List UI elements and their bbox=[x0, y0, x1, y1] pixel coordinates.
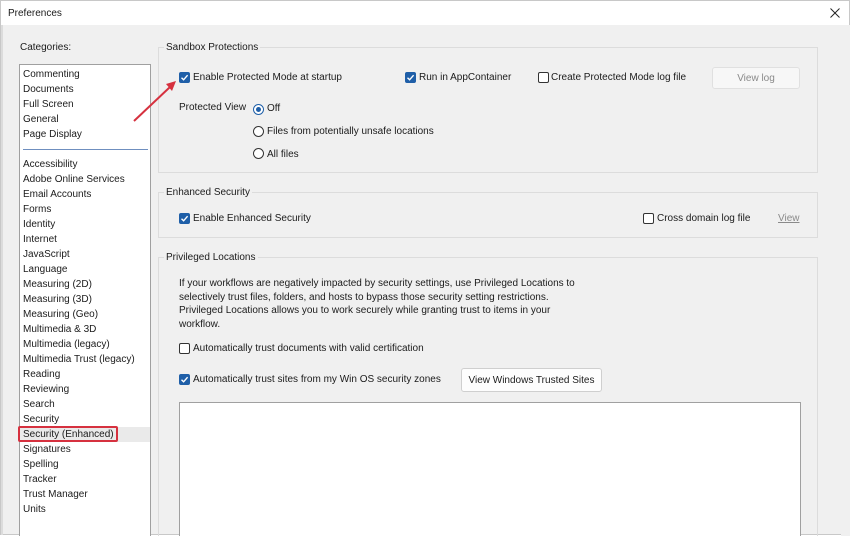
category-item[interactable]: Reviewing bbox=[20, 382, 150, 397]
window-left-edge bbox=[1, 25, 3, 535]
category-item[interactable]: Multimedia Trust (legacy) bbox=[20, 352, 150, 367]
view-log-button[interactable]: View log bbox=[712, 67, 800, 89]
category-item[interactable]: Internet bbox=[20, 232, 150, 247]
category-item[interactable]: Units bbox=[20, 502, 150, 517]
title-bar: Preferences bbox=[1, 1, 849, 25]
checkmark-icon bbox=[407, 74, 415, 81]
window-title: Preferences bbox=[8, 8, 62, 19]
category-item[interactable]: Commenting bbox=[20, 67, 150, 82]
cross-domain-label: Cross domain log file bbox=[657, 213, 751, 224]
log-file-label: Create Protected Mode log file bbox=[551, 72, 687, 83]
category-item[interactable]: Tracker bbox=[20, 472, 150, 487]
trust-certification-checkbox[interactable] bbox=[179, 343, 190, 354]
privileged-locations-list[interactable] bbox=[179, 402, 801, 536]
close-icon bbox=[830, 8, 840, 18]
protected-view-label: Protected View bbox=[179, 102, 247, 113]
category-item[interactable]: Measuring (2D) bbox=[20, 277, 150, 292]
cross-domain-checkbox[interactable] bbox=[643, 213, 654, 224]
privileged-description: If your workflows are negatively impacte… bbox=[179, 278, 575, 330]
category-item[interactable]: Measuring (3D) bbox=[20, 292, 150, 307]
pv-all-radio[interactable] bbox=[253, 148, 264, 159]
view-trusted-sites-button[interactable]: View Windows Trusted Sites bbox=[461, 368, 602, 392]
category-item[interactable]: Reading bbox=[20, 367, 150, 382]
category-item[interactable]: Measuring (Geo) bbox=[20, 307, 150, 322]
protected-mode-label: Enable Protected Mode at startup bbox=[193, 72, 342, 83]
category-item[interactable]: Multimedia (legacy) bbox=[20, 337, 150, 352]
pv-off-label: Off bbox=[267, 103, 281, 114]
categories-label: Categories: bbox=[20, 42, 72, 53]
category-item[interactable]: Trust Manager bbox=[20, 487, 150, 502]
category-item[interactable]: Full Screen bbox=[20, 97, 150, 112]
view-cross-domain-link[interactable]: View bbox=[778, 213, 800, 224]
appcontainer-label: Run in AppContainer bbox=[419, 72, 512, 83]
enhanced-security-label: Enable Enhanced Security bbox=[193, 213, 311, 224]
category-item[interactable]: Security bbox=[20, 412, 150, 427]
sandbox-protections-title: Sandbox Protections bbox=[164, 42, 261, 53]
category-item[interactable]: Adobe Online Services bbox=[20, 172, 150, 187]
privileged-locations-title: Privileged Locations bbox=[164, 252, 258, 263]
category-item[interactable]: Identity bbox=[20, 217, 150, 232]
appcontainer-checkbox[interactable] bbox=[405, 72, 416, 83]
checkmark-icon bbox=[181, 376, 189, 383]
checkmark-icon bbox=[181, 74, 189, 81]
category-item[interactable]: Multimedia & 3D bbox=[20, 322, 150, 337]
category-separator bbox=[23, 149, 148, 150]
log-file-checkbox[interactable] bbox=[538, 72, 549, 83]
enhanced-security-checkbox[interactable] bbox=[179, 213, 190, 224]
category-item[interactable]: Documents bbox=[20, 82, 150, 97]
category-item[interactable]: Spelling bbox=[20, 457, 150, 472]
pv-off-radio[interactable] bbox=[253, 104, 264, 115]
category-item[interactable]: Signatures bbox=[20, 442, 150, 457]
trust-sites-label: Automatically trust sites from my Win OS… bbox=[193, 374, 441, 385]
category-item[interactable]: General bbox=[20, 112, 150, 127]
pv-unsafe-radio[interactable] bbox=[253, 126, 264, 137]
categories-list[interactable]: Commenting Documents Full Screen General Pag… bbox=[19, 64, 151, 536]
category-item[interactable]: JavaScript bbox=[20, 247, 150, 262]
pv-all-label: All files bbox=[267, 149, 299, 160]
scrollbar-track[interactable] bbox=[841, 25, 850, 536]
close-button[interactable] bbox=[821, 1, 849, 25]
category-item[interactable]: Language bbox=[20, 262, 150, 277]
preferences-window: Preferences Categories: Commenting Docume… bbox=[0, 0, 850, 536]
category-item[interactable]: Security (Enhanced) bbox=[20, 427, 150, 442]
trust-certification-label: Automatically trust documents with valid… bbox=[193, 343, 424, 354]
protected-mode-checkbox[interactable] bbox=[179, 72, 190, 83]
category-item[interactable]: Forms bbox=[20, 202, 150, 217]
category-item[interactable]: Accessibility bbox=[20, 157, 150, 172]
pv-unsafe-label: Files from potentially unsafe locations bbox=[267, 126, 434, 137]
trust-sites-checkbox[interactable] bbox=[179, 374, 190, 385]
category-item[interactable]: Search bbox=[20, 397, 150, 412]
category-item[interactable]: Page Display bbox=[20, 127, 150, 142]
category-item[interactable]: Email Accounts bbox=[20, 187, 150, 202]
checkmark-icon bbox=[181, 215, 189, 222]
enhanced-security-title: Enhanced Security bbox=[164, 187, 252, 198]
